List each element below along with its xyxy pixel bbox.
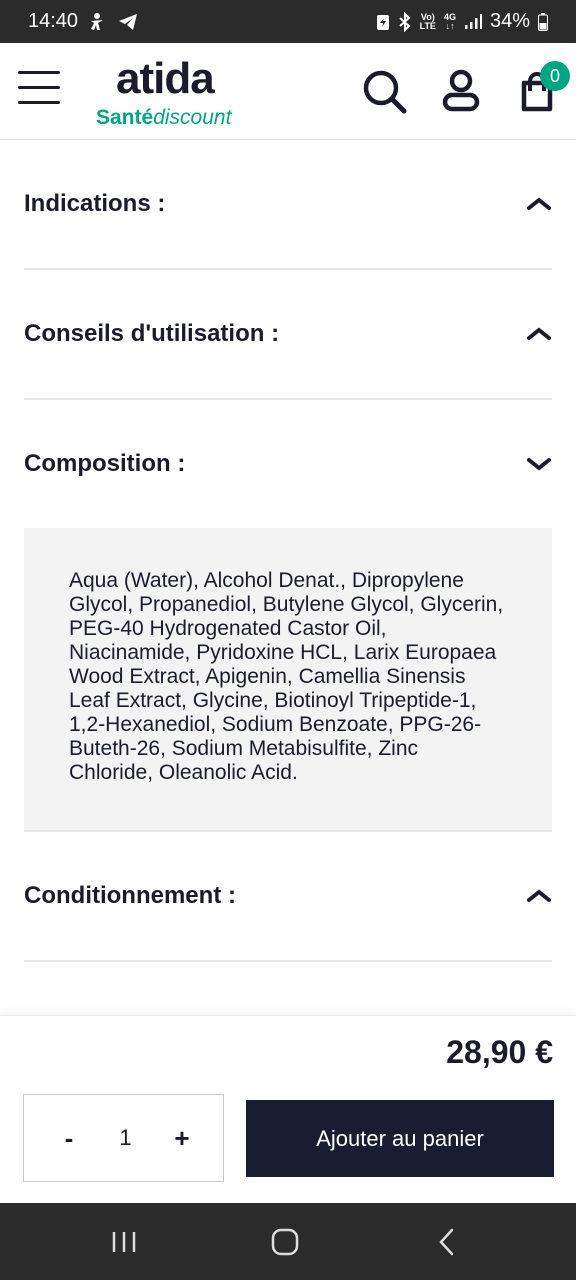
volte-icon: Vo) LTE xyxy=(419,12,436,31)
logo-subtitle: Santédiscount xyxy=(96,107,231,129)
status-bar: 14:40 Vo) LTE 4G ↓↑ 34% xyxy=(0,0,576,43)
composition-text: Aqua (Water), Alcohol Denat., Dipropylen… xyxy=(24,528,552,830)
add-to-cart-button[interactable]: Ajouter au panier xyxy=(246,1100,554,1177)
volte-bottom: LTE xyxy=(419,20,436,31)
back-icon[interactable] xyxy=(430,1225,464,1259)
bluetooth-icon xyxy=(398,11,412,32)
menu-icon[interactable] xyxy=(18,71,60,111)
chevron-up-icon xyxy=(527,889,551,902)
home-icon[interactable] xyxy=(268,1225,302,1259)
accordion-conseils: Conseils d'utilisation : xyxy=(24,270,552,400)
accessibility-icon xyxy=(88,12,108,32)
site-header: atida Santédiscount 0 xyxy=(0,43,576,140)
purchase-bar: 28,90 € - 1 + Ajouter au panier xyxy=(0,1015,576,1203)
account-icon[interactable] xyxy=(437,67,485,115)
increase-quantity-button[interactable]: + xyxy=(171,1123,193,1154)
accordion-title: Conditionnement : xyxy=(24,882,236,909)
signal-icon xyxy=(464,13,482,30)
quantity-value[interactable]: 1 xyxy=(119,1125,131,1151)
logo-wordmark: atida xyxy=(116,54,215,103)
accordion-header-conseils[interactable]: Conseils d'utilisation : xyxy=(24,270,552,398)
accordion-header-composition[interactable]: Composition : xyxy=(24,400,552,528)
recent-apps-icon[interactable] xyxy=(107,1225,141,1259)
product-price: 28,90 € xyxy=(446,1034,553,1070)
battery-percent: 34% xyxy=(489,10,530,32)
logo-sante: Santé xyxy=(96,106,154,129)
accordion-title: Indications : xyxy=(24,190,166,217)
logo-discount: discount xyxy=(153,106,232,129)
accordion-composition: Composition : Aqua (Water), Alcohol Dena… xyxy=(24,400,552,832)
accordion-header-indications[interactable]: Indications : xyxy=(24,140,552,268)
battery-saver-icon xyxy=(376,13,390,31)
battery-icon xyxy=(538,12,548,31)
accordion-conditionnement: Conditionnement : xyxy=(24,832,552,962)
accordion-title: Conseils d'utilisation : xyxy=(24,320,280,347)
network-4g-icon: 4G ↓↑ xyxy=(444,12,456,31)
decrease-quantity-button[interactable]: - xyxy=(58,1123,80,1154)
system-nav-bar xyxy=(0,1203,576,1280)
quantity-stepper: - 1 + xyxy=(23,1094,224,1182)
cart-count-badge: 0 xyxy=(540,61,570,91)
atida-logo[interactable]: atida Santédiscount xyxy=(96,54,256,129)
accordion-header-conditionnement[interactable]: Conditionnement : xyxy=(24,832,552,960)
chevron-up-icon xyxy=(527,327,551,340)
product-details-accordion: Indications : Conseils d'utilisation : C… xyxy=(24,140,552,962)
chevron-down-icon xyxy=(527,458,551,471)
accordion-title: Composition : xyxy=(24,450,186,477)
search-icon[interactable] xyxy=(360,67,408,115)
accordion-indications: Indications : xyxy=(24,140,552,270)
chevron-up-icon xyxy=(527,197,551,210)
net-bottom: ↓↑ xyxy=(445,20,455,31)
status-time: 14:40 xyxy=(28,10,79,32)
telegram-icon xyxy=(118,12,138,32)
